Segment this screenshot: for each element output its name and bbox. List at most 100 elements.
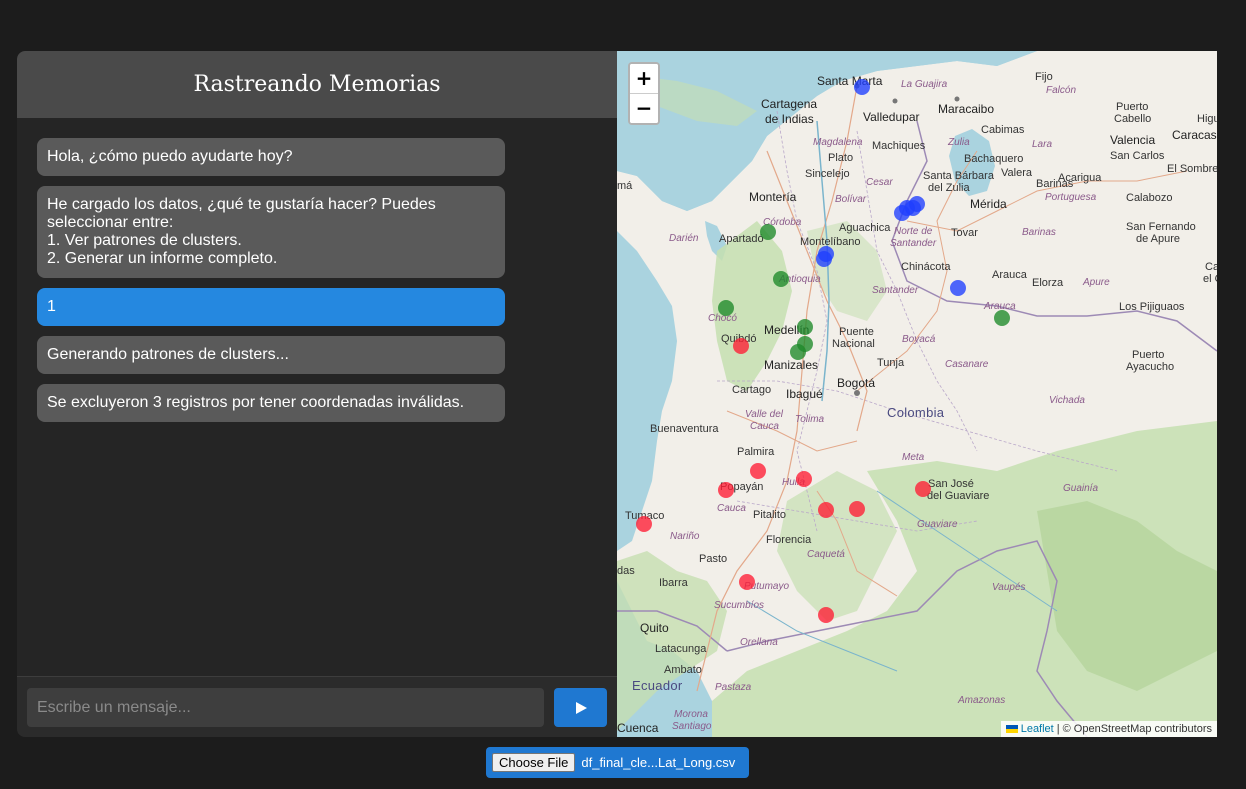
- map-label: Pastaza: [715, 682, 752, 693]
- map-label: Manizales: [764, 358, 819, 372]
- map-label: Pasto: [699, 553, 728, 565]
- map-label: Apartadó: [719, 233, 764, 245]
- map-label: Amazonas: [958, 695, 1006, 706]
- map-marker-red[interactable]: [849, 501, 865, 517]
- map-label: del Guaviare: [927, 490, 990, 502]
- file-input[interactable]: Choose File df_final_cle...Lat_Long.csv: [486, 747, 749, 778]
- map-label: el Or: [1203, 273, 1217, 285]
- map-label: Nacional: [832, 338, 875, 350]
- map-marker-green[interactable]: [797, 319, 813, 335]
- map-label: Cabello: [1114, 113, 1152, 125]
- map-marker-green[interactable]: [994, 310, 1010, 326]
- map-label: Cartago: [732, 384, 772, 396]
- map-label: San Fernando: [1126, 221, 1196, 233]
- leaflet-link[interactable]: Leaflet: [1021, 723, 1054, 735]
- bot-message: Hola, ¿cómo puedo ayudarte hoy?: [37, 138, 505, 176]
- map-marker-blue[interactable]: [909, 196, 925, 212]
- map-label: Quito: [640, 621, 669, 635]
- map-label: Darién: [669, 233, 699, 244]
- user-message: 1: [37, 288, 505, 326]
- map-marker-red[interactable]: [739, 574, 755, 590]
- map-label: Sincelejo: [805, 168, 850, 180]
- map-label: Machiques: [872, 140, 926, 152]
- map-marker-green[interactable]: [718, 300, 734, 316]
- map-label: Puente: [839, 326, 874, 338]
- map-label: Santa Bárbara: [923, 170, 994, 182]
- map-marker-red[interactable]: [915, 481, 931, 497]
- map-panel[interactable]: Santa Marta La Guajira Fijo Cartagena de…: [617, 51, 1217, 737]
- map-label: Lara: [1032, 139, 1053, 150]
- map-label: Valledupar: [863, 110, 920, 124]
- chat-header: Rastreando Memorias: [17, 51, 617, 118]
- map-label: Puerto: [1132, 349, 1165, 361]
- map-label: La Guajira: [901, 79, 948, 90]
- map-label: Palmira: [737, 446, 775, 458]
- file-name: df_final_cle...Lat_Long.csv: [581, 755, 736, 770]
- map-label: Puerto: [1116, 101, 1149, 113]
- map-label: Bolívar: [835, 194, 867, 205]
- map-marker-blue[interactable]: [818, 246, 834, 262]
- map-marker-red[interactable]: [796, 471, 812, 487]
- map-label: Norte de: [894, 226, 933, 237]
- zoom-out-button[interactable]: −: [630, 93, 658, 123]
- map-label: Cabimas: [981, 124, 1025, 136]
- map-label: Vichada: [1049, 395, 1085, 406]
- zoom-in-button[interactable]: +: [630, 64, 658, 94]
- attribution-text: | © OpenStreetMap contributors: [1056, 723, 1212, 735]
- map-label: Zulia: [948, 137, 970, 148]
- choose-file-button[interactable]: Choose File: [492, 753, 576, 772]
- map-label: Barinas: [1022, 227, 1056, 238]
- send-button[interactable]: [554, 688, 607, 727]
- map-label: Buenaventura: [650, 423, 719, 435]
- map-marker-green[interactable]: [790, 344, 806, 360]
- map-label: Valencia: [1110, 133, 1156, 147]
- map-marker-red[interactable]: [636, 516, 652, 532]
- map-label: Cartagena: [761, 97, 818, 111]
- map-marker-red[interactable]: [750, 463, 766, 479]
- map-label: Florencia: [766, 534, 812, 546]
- map-label: El Sombrero: [1167, 163, 1217, 175]
- map-label: San José: [928, 478, 974, 490]
- map-label: Chinácota: [901, 261, 951, 273]
- map-label: de Indias: [765, 112, 814, 126]
- map-label: Tolima: [795, 414, 825, 425]
- map-label: Nariño: [670, 531, 700, 542]
- map-marker-green[interactable]: [760, 224, 776, 240]
- message-list: Hola, ¿cómo puedo ayudarte hoy? He carga…: [17, 118, 617, 676]
- map-label: Los Pijiguaos: [1119, 301, 1185, 313]
- message-input[interactable]: [27, 688, 544, 727]
- map-marker-red[interactable]: [818, 502, 834, 518]
- map-marker-red[interactable]: [718, 482, 734, 498]
- map-label: del Zulia: [928, 182, 970, 194]
- map-label: Caracas: [1172, 128, 1217, 142]
- map-marker-blue[interactable]: [854, 79, 870, 95]
- map-label: Guainía: [1063, 483, 1099, 494]
- map-marker-red[interactable]: [733, 338, 749, 354]
- map-label: Elorza: [1032, 277, 1064, 289]
- map-marker-green[interactable]: [773, 271, 789, 287]
- map-label: Pitalito: [753, 509, 787, 521]
- bot-message: He cargado los datos, ¿qué te gustaría h…: [37, 186, 505, 278]
- map-label: Ibarra: [659, 577, 688, 589]
- map-marker-red[interactable]: [818, 607, 834, 623]
- map-marker-blue[interactable]: [950, 280, 966, 296]
- map-label: Higu: [1197, 113, 1217, 125]
- map-label: Boyacá: [902, 334, 936, 345]
- map-label: Santa Marta: [817, 74, 883, 88]
- map-label: Cauca: [717, 503, 746, 514]
- map-label: Portuguesa: [1045, 192, 1097, 203]
- map-label: Valle del: [745, 409, 783, 420]
- map-label: Cuenca: [617, 721, 659, 735]
- message-input-bar: [17, 676, 617, 737]
- bot-message: Se excluyeron 3 registros por tener coor…: [37, 384, 505, 422]
- map-label: Orellana: [740, 637, 778, 648]
- map-label: Ambato: [664, 664, 702, 676]
- map-label: Montelíbano: [800, 236, 861, 248]
- map-label: Magdalena: [813, 137, 863, 148]
- map-label: Arauca: [992, 269, 1027, 281]
- map-label: Ecuador: [632, 678, 683, 693]
- map-label: Sucumbíos: [714, 600, 765, 611]
- map-label: Casanare: [945, 359, 989, 370]
- map-label: Valera: [1001, 167, 1032, 179]
- bot-message: Generando patrones de clusters...: [37, 336, 505, 374]
